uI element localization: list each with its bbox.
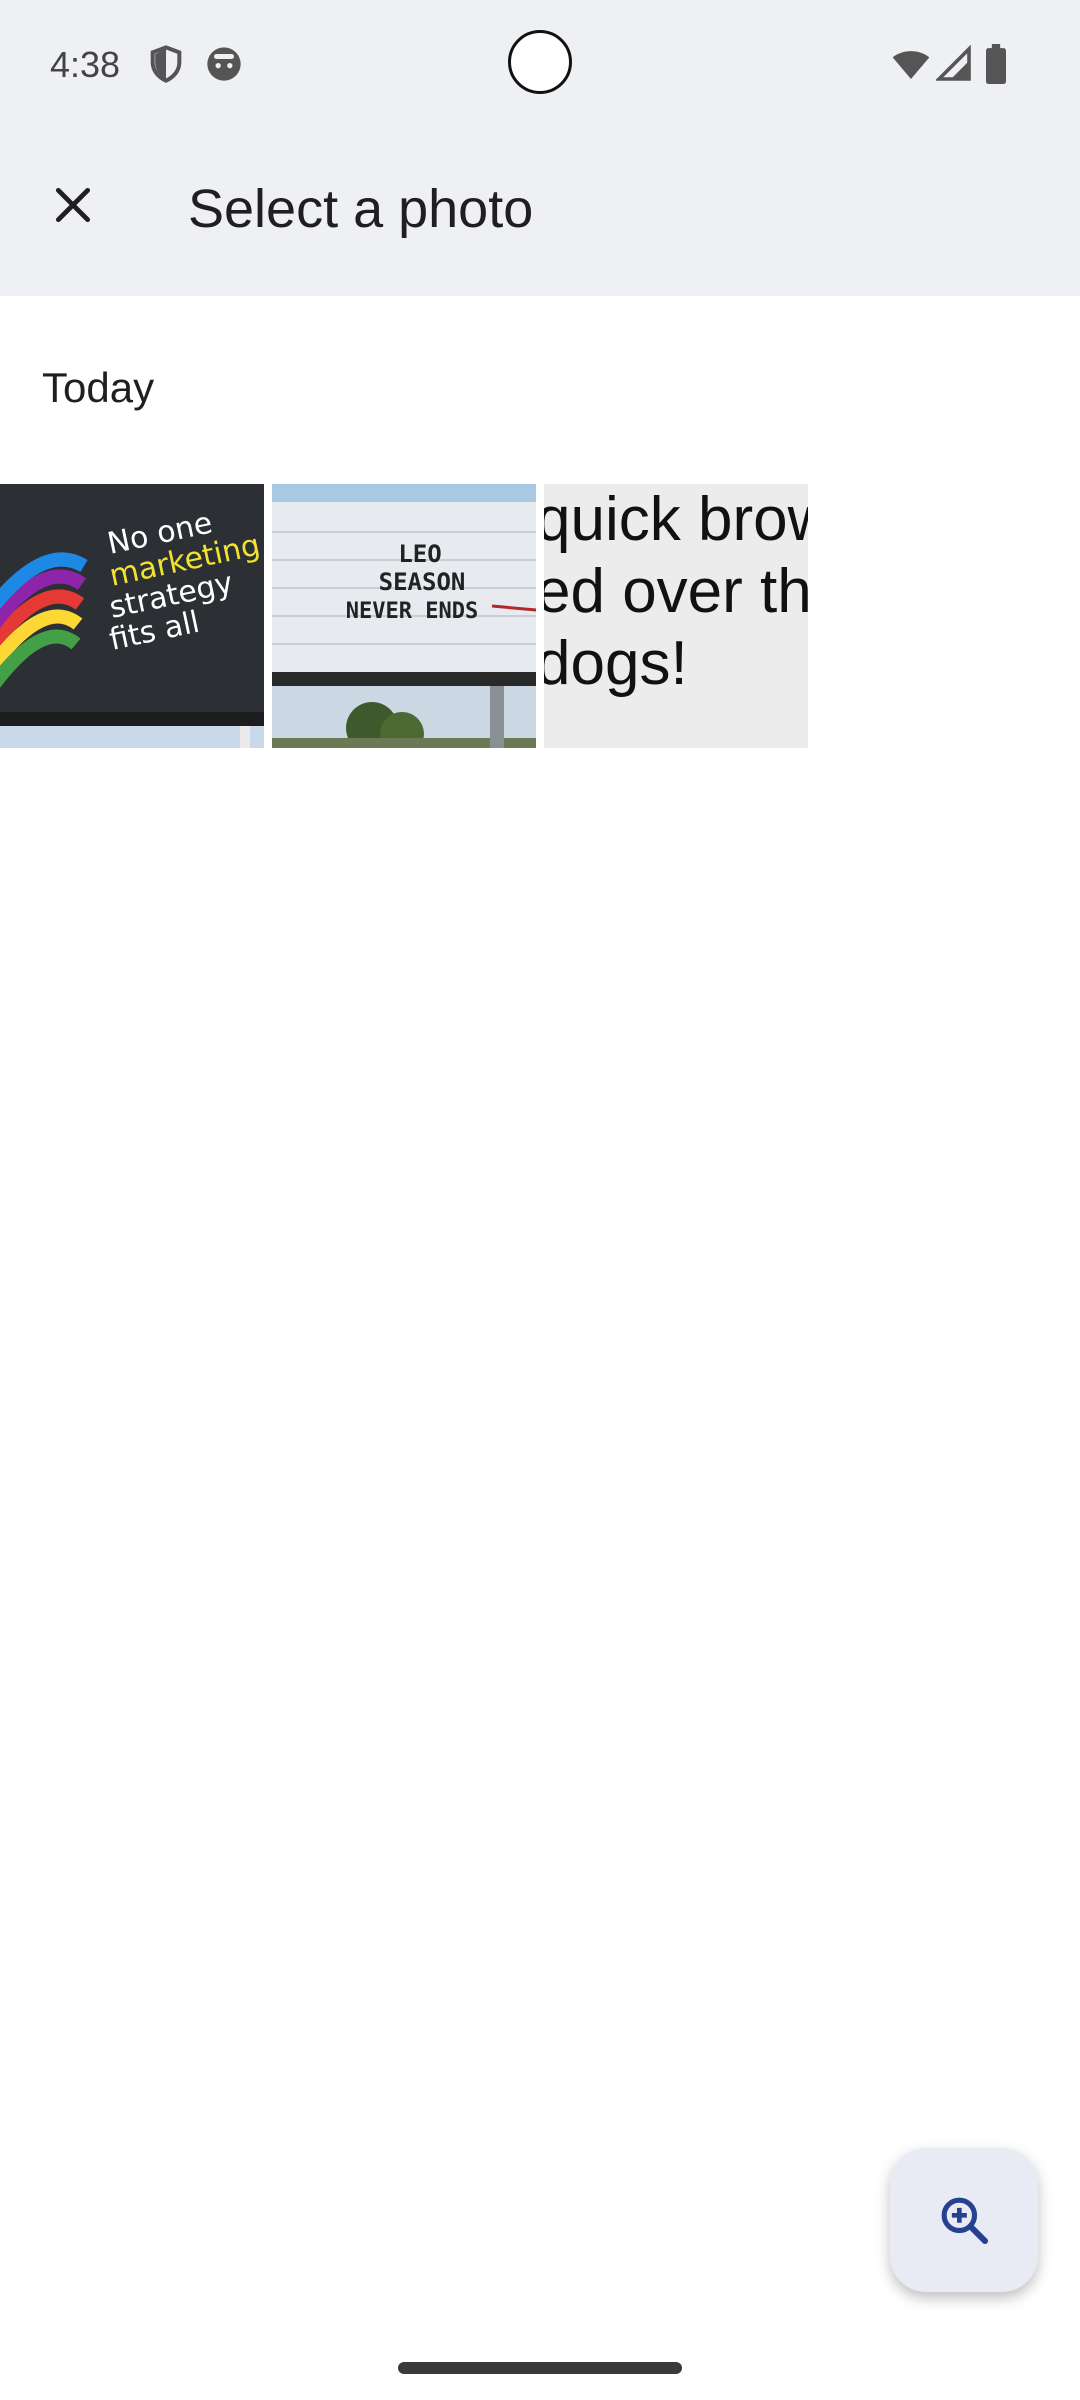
android-bot-icon [204,44,244,84]
status-bar: 4:38 [0,0,1080,130]
battery-icon [984,44,1008,84]
photo-3-line-3: dogs! [544,629,688,698]
section-title-today: Today [42,364,155,411]
photo-thumbnail-3[interactable]: quick brow ed over th dogs! [544,484,808,748]
app-bar: Select a photo [0,130,1080,296]
photo-thumbnail-2[interactable]: LEO SEASON NEVER ENDS [272,484,536,748]
zoom-in-icon [941,2197,989,2245]
status-time: 4:38 [50,44,121,85]
photo-2-line-1: LEO [398,540,441,568]
gesture-nav-bar[interactable] [398,2362,682,2374]
photo-3-line-1: quick brow [544,485,808,554]
photo-3-line-2: ed over th [544,557,808,626]
camera-cutout [508,30,572,94]
page-title: Select a photo [188,179,534,239]
photo-thumbnail-1[interactable]: No one marketing strategy fits all [0,484,264,748]
photo-2-line-3: NEVER ENDS [346,599,478,624]
shield-icon [146,44,186,84]
cell-signal-icon [934,44,976,84]
zoom-in-button[interactable] [890,2148,1038,2292]
wifi-icon [890,44,932,84]
close-icon [55,187,91,223]
photo-2-line-2: SEASON [379,568,466,596]
close-button[interactable] [40,172,106,238]
